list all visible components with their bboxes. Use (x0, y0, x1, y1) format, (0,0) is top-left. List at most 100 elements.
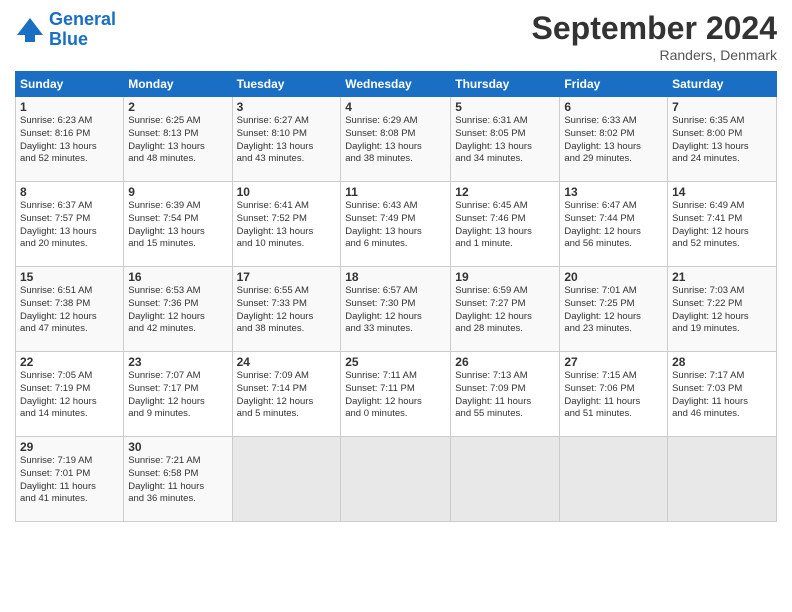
calendar-cell: 29Sunrise: 7:19 AMSunset: 7:01 PMDayligh… (16, 437, 124, 522)
day-number: 4 (345, 100, 446, 114)
calendar-cell: 6Sunrise: 6:33 AMSunset: 8:02 PMDaylight… (560, 97, 668, 182)
day-number: 26 (455, 355, 555, 369)
calendar-cell: 20Sunrise: 7:01 AMSunset: 7:25 PMDayligh… (560, 267, 668, 352)
day-number: 21 (672, 270, 772, 284)
logo-line1: General (49, 9, 116, 29)
day-info: Sunrise: 6:37 AMSunset: 7:57 PMDaylight:… (20, 200, 119, 251)
calendar-cell (560, 437, 668, 522)
day-number: 5 (455, 100, 555, 114)
day-number: 10 (237, 185, 337, 199)
calendar-cell: 9Sunrise: 6:39 AMSunset: 7:54 PMDaylight… (124, 182, 232, 267)
day-number: 29 (20, 440, 119, 454)
day-number: 17 (237, 270, 337, 284)
week-row-0: 1Sunrise: 6:23 AMSunset: 8:16 PMDaylight… (16, 97, 777, 182)
day-number: 16 (128, 270, 227, 284)
day-info: Sunrise: 7:05 AMSunset: 7:19 PMDaylight:… (20, 370, 119, 421)
day-info: Sunrise: 6:53 AMSunset: 7:36 PMDaylight:… (128, 285, 227, 336)
calendar: SundayMondayTuesdayWednesdayThursdayFrid… (15, 71, 777, 522)
calendar-cell: 2Sunrise: 6:25 AMSunset: 8:13 PMDaylight… (124, 97, 232, 182)
day-number: 18 (345, 270, 446, 284)
calendar-cell: 8Sunrise: 6:37 AMSunset: 7:57 PMDaylight… (16, 182, 124, 267)
day-info: Sunrise: 7:13 AMSunset: 7:09 PMDaylight:… (455, 370, 555, 421)
day-number: 8 (20, 185, 119, 199)
calendar-cell: 17Sunrise: 6:55 AMSunset: 7:33 PMDayligh… (232, 267, 341, 352)
day-number: 30 (128, 440, 227, 454)
calendar-cell (232, 437, 341, 522)
day-number: 3 (237, 100, 337, 114)
calendar-cell: 19Sunrise: 6:59 AMSunset: 7:27 PMDayligh… (451, 267, 560, 352)
weekday-wednesday: Wednesday (341, 72, 451, 97)
calendar-cell: 3Sunrise: 6:27 AMSunset: 8:10 PMDaylight… (232, 97, 341, 182)
calendar-cell: 7Sunrise: 6:35 AMSunset: 8:00 PMDaylight… (668, 97, 777, 182)
day-info: Sunrise: 6:25 AMSunset: 8:13 PMDaylight:… (128, 115, 227, 166)
day-info: Sunrise: 7:11 AMSunset: 7:11 PMDaylight:… (345, 370, 446, 421)
day-number: 27 (564, 355, 663, 369)
day-info: Sunrise: 6:59 AMSunset: 7:27 PMDaylight:… (455, 285, 555, 336)
logo-line2: Blue (49, 29, 88, 49)
calendar-cell (451, 437, 560, 522)
calendar-cell: 23Sunrise: 7:07 AMSunset: 7:17 PMDayligh… (124, 352, 232, 437)
calendar-body: 1Sunrise: 6:23 AMSunset: 8:16 PMDaylight… (16, 97, 777, 522)
day-number: 19 (455, 270, 555, 284)
calendar-cell: 12Sunrise: 6:45 AMSunset: 7:46 PMDayligh… (451, 182, 560, 267)
day-info: Sunrise: 6:43 AMSunset: 7:49 PMDaylight:… (345, 200, 446, 251)
day-number: 11 (345, 185, 446, 199)
day-number: 20 (564, 270, 663, 284)
header: General Blue September 2024 Randers, Den… (15, 10, 777, 63)
day-number: 15 (20, 270, 119, 284)
day-number: 12 (455, 185, 555, 199)
day-info: Sunrise: 7:01 AMSunset: 7:25 PMDaylight:… (564, 285, 663, 336)
day-info: Sunrise: 6:27 AMSunset: 8:10 PMDaylight:… (237, 115, 337, 166)
day-number: 14 (672, 185, 772, 199)
calendar-cell: 30Sunrise: 7:21 AMSunset: 6:58 PMDayligh… (124, 437, 232, 522)
day-number: 6 (564, 100, 663, 114)
location: Randers, Denmark (532, 47, 777, 63)
day-info: Sunrise: 6:33 AMSunset: 8:02 PMDaylight:… (564, 115, 663, 166)
day-info: Sunrise: 6:39 AMSunset: 7:54 PMDaylight:… (128, 200, 227, 251)
day-info: Sunrise: 6:51 AMSunset: 7:38 PMDaylight:… (20, 285, 119, 336)
calendar-cell (341, 437, 451, 522)
calendar-cell: 15Sunrise: 6:51 AMSunset: 7:38 PMDayligh… (16, 267, 124, 352)
calendar-cell: 16Sunrise: 6:53 AMSunset: 7:36 PMDayligh… (124, 267, 232, 352)
day-info: Sunrise: 7:07 AMSunset: 7:17 PMDaylight:… (128, 370, 227, 421)
logo-text: General Blue (49, 10, 116, 50)
day-info: Sunrise: 6:29 AMSunset: 8:08 PMDaylight:… (345, 115, 446, 166)
week-row-4: 29Sunrise: 7:19 AMSunset: 7:01 PMDayligh… (16, 437, 777, 522)
day-number: 22 (20, 355, 119, 369)
day-info: Sunrise: 6:45 AMSunset: 7:46 PMDaylight:… (455, 200, 555, 251)
week-row-1: 8Sunrise: 6:37 AMSunset: 7:57 PMDaylight… (16, 182, 777, 267)
day-info: Sunrise: 6:57 AMSunset: 7:30 PMDaylight:… (345, 285, 446, 336)
day-info: Sunrise: 7:03 AMSunset: 7:22 PMDaylight:… (672, 285, 772, 336)
weekday-row: SundayMondayTuesdayWednesdayThursdayFrid… (16, 72, 777, 97)
day-info: Sunrise: 6:31 AMSunset: 8:05 PMDaylight:… (455, 115, 555, 166)
day-info: Sunrise: 6:47 AMSunset: 7:44 PMDaylight:… (564, 200, 663, 251)
week-row-3: 22Sunrise: 7:05 AMSunset: 7:19 PMDayligh… (16, 352, 777, 437)
day-number: 2 (128, 100, 227, 114)
calendar-cell: 26Sunrise: 7:13 AMSunset: 7:09 PMDayligh… (451, 352, 560, 437)
calendar-cell: 13Sunrise: 6:47 AMSunset: 7:44 PMDayligh… (560, 182, 668, 267)
day-number: 9 (128, 185, 227, 199)
weekday-saturday: Saturday (668, 72, 777, 97)
day-number: 24 (237, 355, 337, 369)
calendar-cell: 28Sunrise: 7:17 AMSunset: 7:03 PMDayligh… (668, 352, 777, 437)
day-number: 23 (128, 355, 227, 369)
day-info: Sunrise: 7:19 AMSunset: 7:01 PMDaylight:… (20, 455, 119, 506)
calendar-cell: 24Sunrise: 7:09 AMSunset: 7:14 PMDayligh… (232, 352, 341, 437)
day-number: 13 (564, 185, 663, 199)
day-info: Sunrise: 6:55 AMSunset: 7:33 PMDaylight:… (237, 285, 337, 336)
week-row-2: 15Sunrise: 6:51 AMSunset: 7:38 PMDayligh… (16, 267, 777, 352)
calendar-cell: 5Sunrise: 6:31 AMSunset: 8:05 PMDaylight… (451, 97, 560, 182)
weekday-monday: Monday (124, 72, 232, 97)
day-number: 28 (672, 355, 772, 369)
calendar-cell: 4Sunrise: 6:29 AMSunset: 8:08 PMDaylight… (341, 97, 451, 182)
calendar-cell (668, 437, 777, 522)
day-number: 7 (672, 100, 772, 114)
day-info: Sunrise: 6:41 AMSunset: 7:52 PMDaylight:… (237, 200, 337, 251)
calendar-cell: 27Sunrise: 7:15 AMSunset: 7:06 PMDayligh… (560, 352, 668, 437)
page: General Blue September 2024 Randers, Den… (0, 0, 792, 612)
calendar-cell: 22Sunrise: 7:05 AMSunset: 7:19 PMDayligh… (16, 352, 124, 437)
day-info: Sunrise: 7:21 AMSunset: 6:58 PMDaylight:… (128, 455, 227, 506)
calendar-cell: 1Sunrise: 6:23 AMSunset: 8:16 PMDaylight… (16, 97, 124, 182)
day-number: 25 (345, 355, 446, 369)
day-info: Sunrise: 6:49 AMSunset: 7:41 PMDaylight:… (672, 200, 772, 251)
